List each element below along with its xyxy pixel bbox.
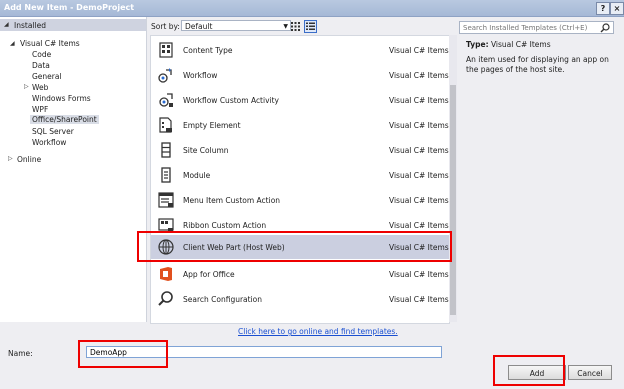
- template-name: Site Column: [183, 146, 229, 155]
- title-bar: Add New Item - DemoProject ? ×: [0, 0, 624, 17]
- site-column-icon: [161, 142, 171, 158]
- workflow-icon: [158, 68, 172, 83]
- list-item[interactable]: Workflow Visual C# Items: [151, 63, 449, 87]
- chevron-down-icon: ▼: [283, 23, 288, 30]
- workflow-activity-icon: [159, 93, 173, 107]
- template-name: Menu Item Custom Action: [183, 196, 281, 205]
- template-name: Search Configuration: [183, 295, 263, 304]
- small-icons-view-button[interactable]: [289, 20, 302, 33]
- template-category: Visual C# Items: [389, 71, 449, 80]
- tree-item-visual-cs[interactable]: Visual C# Items: [20, 39, 80, 48]
- expanded-arrow-icon[interactable]: ◢: [10, 40, 15, 47]
- list-view-button[interactable]: [304, 20, 317, 33]
- help-button[interactable]: ?: [596, 2, 610, 15]
- search-input[interactable]: [460, 22, 596, 33]
- template-name: Content Type: [183, 46, 233, 55]
- collapsed-arrow-icon[interactable]: ▷: [24, 83, 29, 90]
- template-category: Visual C# Items: [389, 121, 449, 130]
- list-item[interactable]: Module Visual C# Items: [151, 163, 449, 187]
- tree-item-data[interactable]: Data: [32, 61, 50, 70]
- template-category: Visual C# Items: [389, 171, 449, 180]
- tree-item-wpf[interactable]: WPF: [32, 105, 48, 114]
- template-category: Visual C# Items: [389, 295, 449, 304]
- template-name: Module: [183, 171, 211, 180]
- scrollbar-thumb[interactable]: [450, 85, 456, 315]
- type-value: Visual C# Items: [490, 40, 551, 49]
- search-icon: [158, 291, 173, 306]
- expanded-arrow-icon[interactable]: ◢: [4, 21, 9, 28]
- list-item[interactable]: Empty Element Visual C# Items: [151, 113, 449, 137]
- empty-element-icon: [159, 117, 172, 133]
- window-title: Add New Item - DemoProject: [4, 3, 135, 12]
- list-item[interactable]: Workflow Custom Activity Visual C# Items: [151, 88, 449, 112]
- template-category: Visual C# Items: [389, 270, 449, 279]
- sort-label: Sort by:: [151, 22, 180, 31]
- tree-item-sql-server[interactable]: SQL Server: [32, 127, 74, 136]
- search-icon[interactable]: [600, 23, 610, 33]
- tree-item-code[interactable]: Code: [32, 50, 51, 59]
- template-category: Visual C# Items: [389, 221, 449, 230]
- tree-item-installed[interactable]: Installed: [14, 21, 46, 30]
- template-list-scrollbar[interactable]: [449, 35, 457, 322]
- name-label: Name:: [8, 349, 33, 358]
- grid-icon: [291, 22, 300, 31]
- template-name: Workflow: [183, 71, 218, 80]
- content-type-icon: [159, 42, 173, 58]
- search-box[interactable]: [459, 21, 614, 34]
- highlight-box-add: [493, 355, 565, 386]
- office-icon: [160, 267, 172, 281]
- collapsed-arrow-icon[interactable]: ▷: [8, 155, 13, 162]
- template-category: Visual C# Items: [389, 46, 449, 55]
- list-item[interactable]: Menu Item Custom Action Visual C# Items: [151, 188, 449, 212]
- close-button[interactable]: ×: [610, 2, 624, 15]
- category-tree: ◢ Installed ◢ Visual C# Items Code Data …: [0, 17, 147, 322]
- template-name: Workflow Custom Activity: [183, 96, 279, 105]
- template-category: Visual C# Items: [389, 96, 449, 105]
- template-name: App for Office: [183, 270, 235, 279]
- online-templates-link[interactable]: Click here to go online and find templat…: [238, 327, 398, 336]
- template-name: Ribbon Custom Action: [183, 221, 267, 230]
- type-label: Type:: [466, 40, 489, 49]
- highlight-box-name: [78, 340, 168, 368]
- description-panel: Type: Visual C# Items An item used for d…: [466, 40, 616, 75]
- template-category: Visual C# Items: [389, 146, 449, 155]
- tree-item-general[interactable]: General: [32, 72, 62, 81]
- tree-item-web[interactable]: Web: [32, 83, 48, 92]
- template-list: Content Type Visual C# Items Workflow Vi…: [150, 35, 450, 324]
- type-line: Type: Visual C# Items: [466, 40, 616, 49]
- list-icon: [306, 22, 315, 30]
- sort-value: Default: [185, 22, 213, 31]
- list-item[interactable]: Site Column Visual C# Items: [151, 138, 449, 162]
- list-item[interactable]: Content Type Visual C# Items: [151, 38, 449, 62]
- list-item[interactable]: Search Configuration Visual C# Items: [151, 287, 449, 311]
- description-text: An item used for displaying an app on th…: [466, 55, 609, 74]
- tree-item-workflow[interactable]: Workflow: [32, 138, 66, 147]
- sort-dropdown[interactable]: Default ▼: [181, 20, 291, 31]
- tree-item-office-sharepoint[interactable]: Office/SharePoint: [30, 115, 99, 124]
- menu-action-icon: [158, 192, 174, 208]
- module-icon: [161, 167, 171, 183]
- template-name: Empty Element: [183, 121, 241, 130]
- tree-item-windows-forms[interactable]: Windows Forms: [32, 94, 91, 103]
- highlight-box-template: [137, 231, 452, 262]
- list-toolbar: Sort by: Default ▼: [147, 17, 460, 35]
- cancel-button[interactable]: Cancel: [568, 365, 612, 380]
- template-category: Visual C# Items: [389, 196, 449, 205]
- tree-item-online[interactable]: Online: [17, 155, 41, 164]
- list-item[interactable]: App for Office Visual C# Items: [151, 262, 449, 286]
